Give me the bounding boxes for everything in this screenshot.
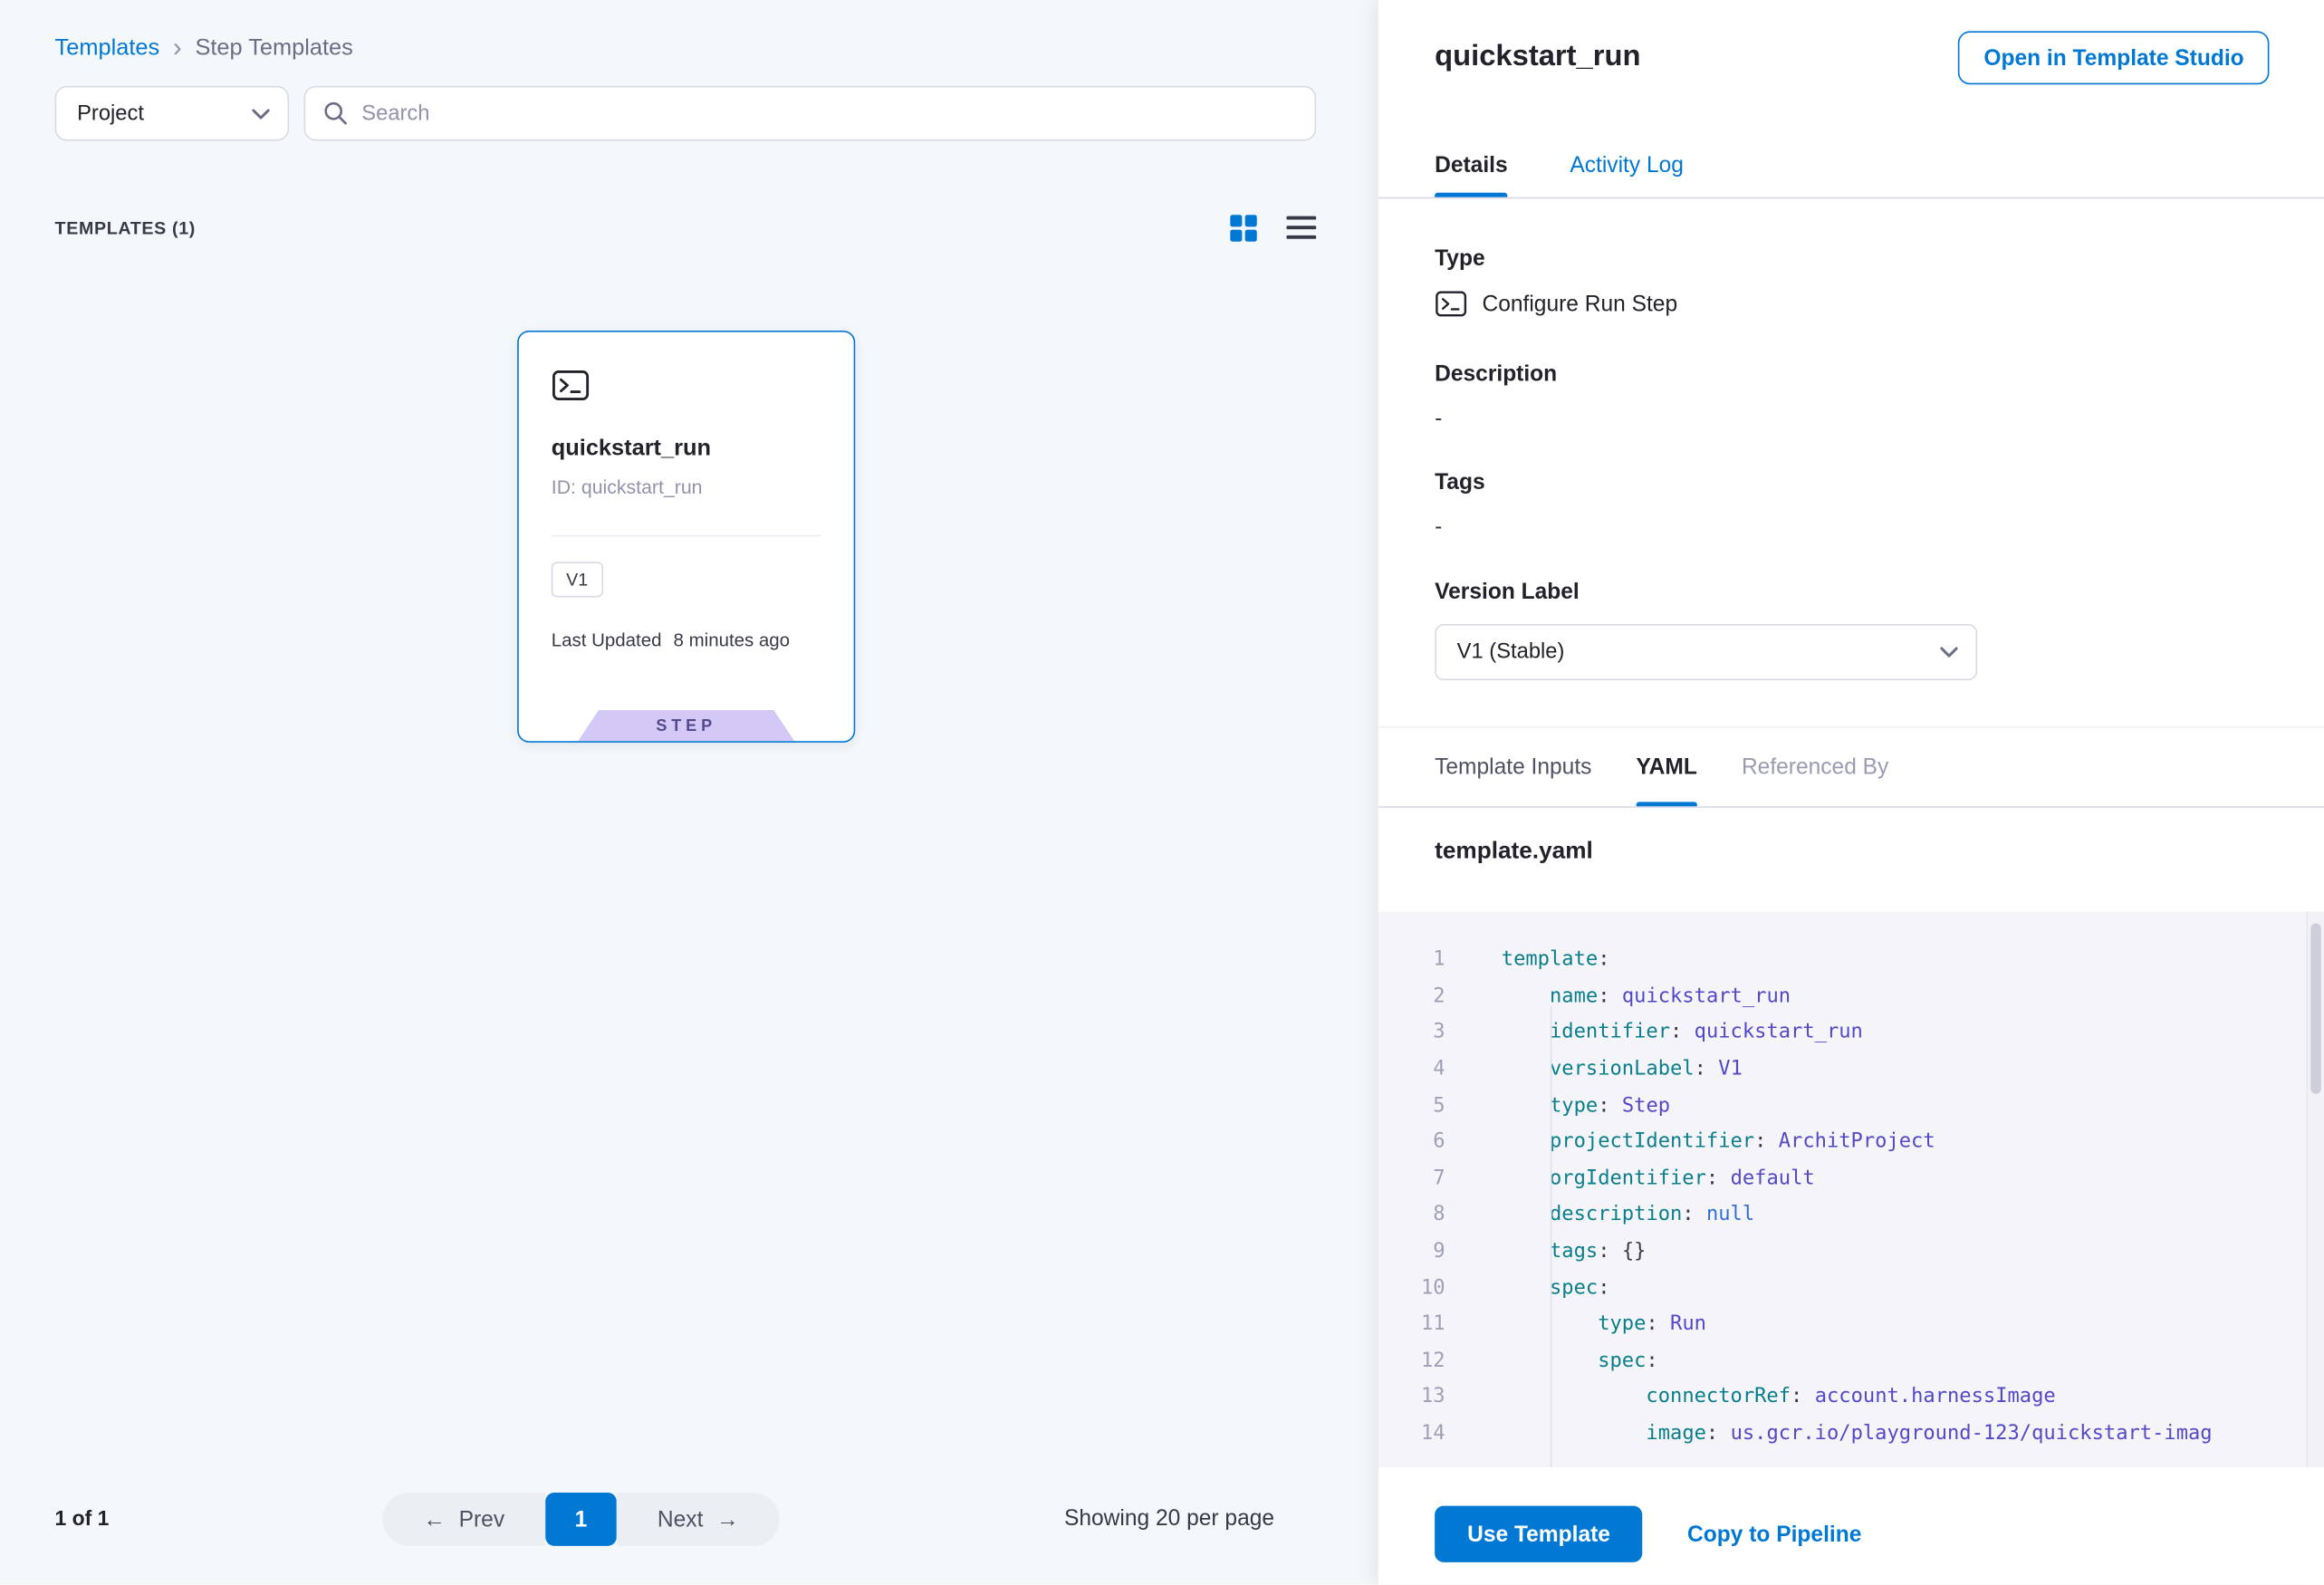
per-page-summary: Showing 20 per page: [1064, 1506, 1274, 1532]
breadcrumb: Templates › Step Templates: [55, 35, 353, 62]
version-select-value: V1 (Stable): [1457, 640, 1565, 664]
use-template-button[interactable]: Use Template: [1435, 1506, 1643, 1562]
yaml-line: 3 identifier: quickstart_run: [1378, 1014, 2324, 1051]
breadcrumb-separator-icon: ›: [173, 34, 182, 61]
page-summary: 1 of 1: [55, 1506, 110, 1530]
tab-template-inputs[interactable]: Template Inputs: [1435, 728, 1591, 807]
templates-list-panel: Templates › Step Templates Project TEMPL…: [0, 0, 1378, 1584]
indent-guide: [1551, 1006, 1552, 1467]
prev-page-button[interactable]: ← Prev: [382, 1493, 545, 1546]
search-icon: [323, 101, 349, 126]
tags-label: Tags: [1435, 470, 1484, 495]
breadcrumb-templates-link[interactable]: Templates: [55, 35, 160, 62]
yaml-line: 12 spec:: [1378, 1342, 2324, 1378]
run-step-terminal-icon: [1435, 287, 1467, 320]
yaml-line: 11 type: Run: [1378, 1306, 2324, 1342]
yaml-line: 2 name: quickstart_run: [1378, 977, 2324, 1013]
open-template-studio-button[interactable]: Open in Template Studio: [1959, 31, 2270, 84]
step-type-badge: STEP: [578, 710, 794, 741]
run-step-terminal-icon: [552, 366, 591, 405]
yaml-line: 1template:: [1378, 941, 2324, 977]
yaml-line: 7 orgIdentifier: default: [1378, 1160, 2324, 1196]
yaml-line: 10 spec:: [1378, 1269, 2324, 1305]
yaml-file-name: template.yaml: [1435, 839, 1593, 865]
pager: ← Prev 1 Next →: [382, 1493, 780, 1546]
version-chip: V1: [552, 562, 603, 597]
last-updated-row: Last Updated 8 minutes ago: [552, 630, 790, 651]
type-label: Type: [1435, 246, 1484, 272]
grid-view-icon[interactable]: [1227, 212, 1258, 243]
yaml-lines: 1template:2 name: quickstart_run3 identi…: [1378, 941, 2324, 1451]
panel-actions: Use Template Copy to Pipeline: [1435, 1506, 1861, 1562]
next-page-button[interactable]: Next →: [617, 1493, 780, 1546]
yaml-line: 9 tags: {}: [1378, 1233, 2324, 1269]
scope-dropdown[interactable]: Project: [55, 86, 290, 141]
description-label: Description: [1435, 361, 1557, 387]
yaml-line: 8 description: null: [1378, 1196, 2324, 1233]
list-view-icon[interactable]: [1285, 212, 1316, 243]
app-root: Templates › Step Templates Project TEMPL…: [0, 0, 2324, 1584]
current-page-button[interactable]: 1: [545, 1493, 617, 1546]
card-divider: [552, 535, 821, 537]
next-label: Next: [658, 1507, 703, 1532]
template-card-title: quickstart_run: [552, 436, 711, 462]
scope-dropdown-label: Project: [77, 101, 144, 125]
yaml-line: 13 connectorRef: account.harnessImage: [1378, 1378, 2324, 1415]
version-label: Version Label: [1435, 580, 1580, 605]
yaml-line: 14 image: us.gcr.io/playground-123/quick…: [1378, 1415, 2324, 1451]
breadcrumb-current: Step Templates: [195, 35, 352, 62]
yaml-line: 5 type: Step: [1378, 1087, 2324, 1123]
tab-details[interactable]: Details: [1435, 133, 1508, 197]
chevron-down-icon: [252, 108, 270, 120]
templates-count-header: TEMPLATES (1): [55, 218, 196, 239]
details-tabs: Details Activity Log: [1378, 133, 2324, 198]
search-box: [303, 86, 1316, 141]
last-updated-value: 8 minutes ago: [674, 630, 791, 651]
template-details-panel: quickstart_run Open in Template Studio D…: [1378, 0, 2324, 1584]
editor-scrollbar: [2306, 911, 2324, 1467]
copy-to-pipeline-link[interactable]: Copy to Pipeline: [1687, 1522, 1861, 1547]
type-value-row: Configure Run Step: [1435, 287, 1677, 320]
arrow-right-icon: →: [716, 1507, 739, 1532]
tags-value: -: [1435, 514, 1442, 540]
yaml-line: 4 versionLabel: V1: [1378, 1051, 2324, 1087]
view-toggle: [1227, 212, 1316, 243]
last-updated-label: Last Updated: [552, 630, 662, 651]
description-value: -: [1435, 406, 1442, 431]
yaml-editor: 1template:2 name: quickstart_run3 identi…: [1378, 911, 2324, 1467]
prev-label: Prev: [459, 1507, 504, 1532]
arrow-left-icon: ←: [423, 1507, 446, 1532]
type-value: Configure Run Step: [1483, 292, 1678, 317]
search-input[interactable]: [361, 101, 1297, 125]
editor-scrollbar-thumb[interactable]: [2310, 924, 2320, 1094]
yaml-line: 6 projectIdentifier: ArchitProject: [1378, 1123, 2324, 1159]
content-tabs: Template Inputs YAML Referenced By: [1378, 726, 2324, 808]
panel-title: quickstart_run: [1435, 40, 1640, 74]
tab-yaml[interactable]: YAML: [1637, 728, 1697, 807]
template-card-id: ID: quickstart_run: [552, 476, 703, 498]
tab-activity-log[interactable]: Activity Log: [1570, 133, 1684, 197]
version-select[interactable]: V1 (Stable): [1435, 624, 1977, 680]
chevron-down-icon: [1940, 647, 1958, 658]
template-card[interactable]: quickstart_run ID: quickstart_run V1 Las…: [517, 331, 855, 743]
tab-referenced-by[interactable]: Referenced By: [1742, 728, 1888, 807]
